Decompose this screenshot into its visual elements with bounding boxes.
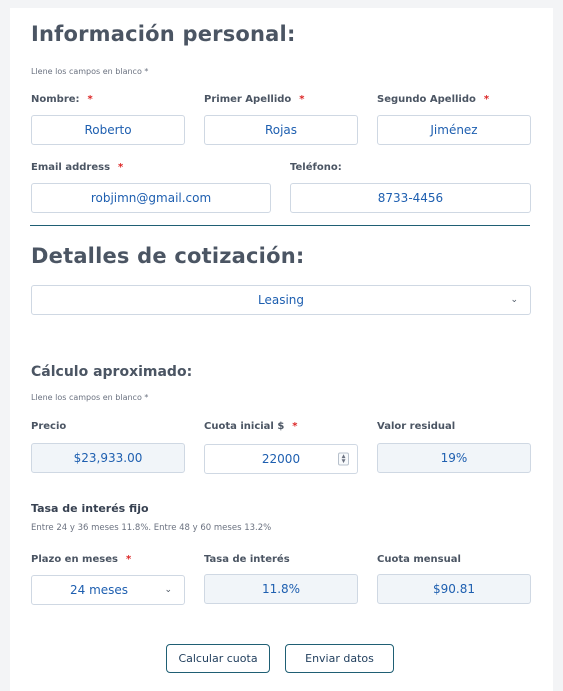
nombre-label: Nombre: * [31,94,93,105]
nombre-input[interactable]: Roberto [31,115,185,145]
plazo-label: Plazo en meses * [31,554,131,565]
cuota-mensual-field: $90.81 [377,574,531,604]
fixed-rate-title: Tasa de interés fijo [31,502,149,515]
quote-type-value: Leasing [257,293,305,307]
section-divider [30,225,530,226]
primer-apellido-value: Rojas [264,123,298,137]
enviar-datos-button[interactable]: Enviar datos [285,644,394,673]
tasa-interes-field: 11.8% [204,574,358,604]
required-mark: * [118,162,124,173]
cuota-inicial-value: 22000 [261,452,301,466]
cuota-inicial-input[interactable]: 22000 ▲ ▼ [204,444,358,474]
tasa-interes-value: 11.8% [261,582,301,596]
precio-value: $23,933.00 [73,451,143,465]
cuota-mensual-label: Cuota mensual [377,554,461,565]
precio-label: Precio [31,421,67,432]
chevron-down-icon: ⌄ [164,585,172,595]
enviar-datos-label: Enviar datos [305,652,374,665]
email-input[interactable]: robjimn@gmail.com [31,183,271,213]
cuota-inicial-label-text: Cuota inicial $ [204,421,285,432]
telefono-value: 8733-4456 [377,191,444,205]
plazo-value: 24 meses [70,583,129,597]
required-mark: * [483,94,490,105]
fixed-rate-description: Entre 24 y 36 meses 11.8%. Entre 48 y 60… [31,523,272,533]
telefono-label: Teléfono: [290,162,342,173]
quote-form-card: Información personal: Llene los campos e… [10,8,553,691]
calcular-cuota-button[interactable]: Calcular cuota [166,644,270,673]
valor-residual-value: 19% [440,451,468,465]
nombre-label-text: Nombre: [31,94,80,105]
telefono-input[interactable]: 8733-4456 [290,183,531,213]
tasa-interes-label: Tasa de interés [204,554,290,565]
calcular-cuota-label: Calcular cuota [178,652,258,665]
primer-apellido-input[interactable]: Rojas [204,115,358,145]
valor-residual-label: Valor residual [377,421,456,432]
personal-info-hint: Llene los campos en blanco * [31,67,149,76]
primer-apellido-label-text: Primer Apellido [204,94,292,105]
quote-type-select[interactable]: Leasing ⌄ [31,285,531,315]
nombre-value: Roberto [84,123,132,137]
calculation-hint: Llene los campos en blanco * [31,393,149,402]
primer-apellido-label: Primer Apellido * [204,94,305,105]
segundo-apellido-label-text: Segundo Apellido [377,94,476,105]
quote-details-title: Detalles de cotización: [31,244,305,268]
required-mark: * [292,421,298,432]
email-label-text: Email address [31,162,111,173]
segundo-apellido-value: Jiménez [430,123,478,137]
required-mark: * [125,554,132,565]
valor-residual-field: 19% [377,443,531,473]
plazo-label-text: Plazo en meses [31,554,118,565]
plazo-select[interactable]: 24 meses ⌄ [31,575,185,605]
email-label: Email address * [31,162,123,173]
precio-field: $23,933.00 [31,443,185,473]
chevron-down-icon: ⌄ [510,295,518,305]
personal-info-title: Información personal: [31,22,296,46]
cuota-inicial-label: Cuota inicial $ * [204,421,298,432]
calculation-title: Cálculo aproximado: [31,364,193,380]
required-mark: * [87,94,93,105]
cuota-mensual-value: $90.81 [433,582,475,596]
segundo-apellido-label: Segundo Apellido * [377,94,489,105]
segundo-apellido-input[interactable]: Jiménez [377,115,531,145]
email-value: robjimn@gmail.com [90,191,212,205]
number-spinner-icon[interactable]: ▲ ▼ [338,452,349,466]
required-mark: * [299,94,305,105]
